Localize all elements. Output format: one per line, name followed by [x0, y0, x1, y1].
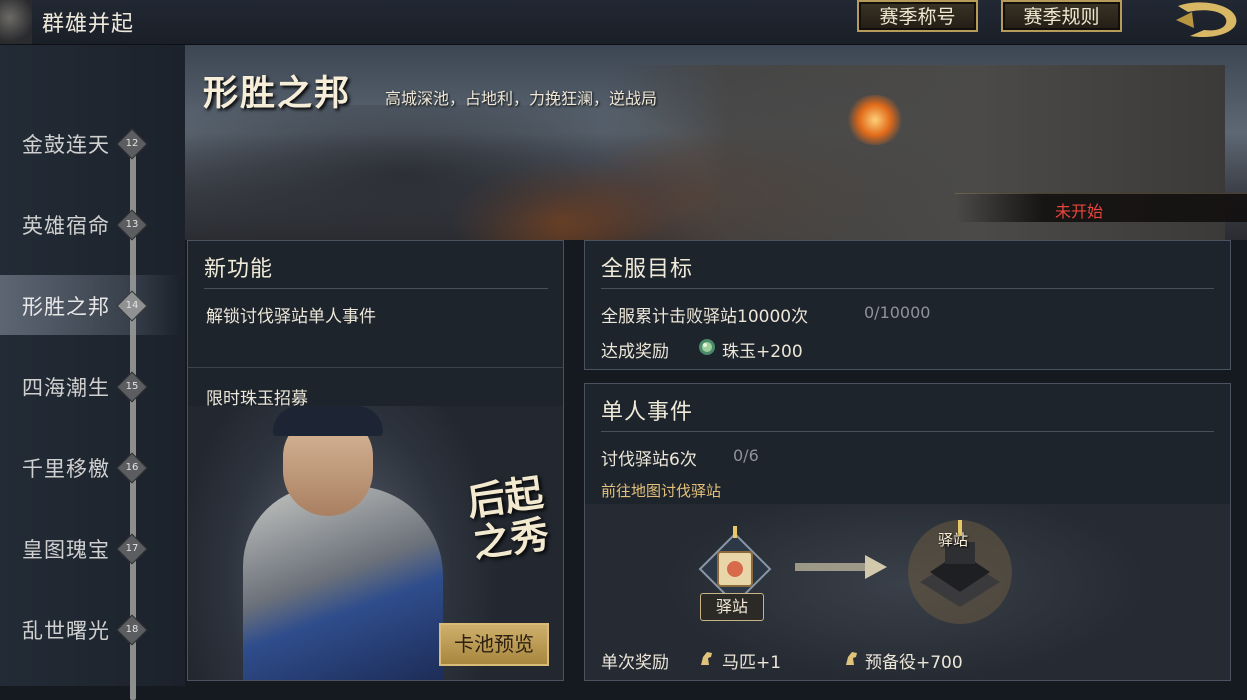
event-progress: 0/6: [733, 446, 759, 465]
chapter-number-badge: 13: [116, 209, 148, 241]
reward-label: 单次奖励: [601, 653, 669, 673]
chapter-number-badge: 14: [116, 290, 148, 322]
status-badge: 未开始: [1055, 202, 1104, 221]
post-tag: 驿站: [700, 593, 764, 621]
divider: [204, 288, 548, 289]
sidebar-item-label: 乱世曙光: [22, 619, 110, 643]
divider: [188, 367, 563, 368]
horse-icon: [701, 652, 712, 665]
explosion-art: [845, 95, 905, 145]
chapter-number-badge: 12: [116, 128, 148, 160]
chapter-number-badge: 18: [116, 614, 148, 646]
chapter-sidebar: 金鼓连天 12 英雄宿命 13 形胜之邦 14 四海潮生 15 千里移檄 16 …: [0, 45, 185, 700]
reward-label: 达成奖励: [601, 342, 669, 362]
sidebar-item-label: 皇图瑰宝: [22, 538, 110, 562]
sidebar-item-label: 千里移檄: [22, 457, 110, 481]
divider: [601, 431, 1214, 432]
panel-title: 全服目标: [601, 257, 694, 282]
reward-text: 珠玉+200: [722, 342, 803, 362]
event-task: 讨伐驿站6次: [601, 450, 697, 470]
goal-progress: 0/10000: [864, 303, 931, 322]
chapter-number: 18: [125, 624, 139, 635]
sidebar-item-chapter-16[interactable]: 千里移檄 16: [0, 437, 180, 497]
arrow-right-icon: [795, 555, 887, 579]
gacha-title: 限时珠玉招募: [206, 389, 308, 409]
station-label: 驿站: [938, 531, 969, 549]
sidebar-item-label: 英雄宿命: [22, 214, 110, 238]
chapter-number: 14: [125, 300, 139, 311]
panel-title: 新功能: [204, 257, 274, 282]
jade-icon: [699, 339, 715, 355]
chapter-banner: 形胜之邦 高城深池，占地利，力挽狂澜，逆战局 未开始: [185, 45, 1247, 240]
goto-map-link[interactable]: 前往地图讨伐驿站: [601, 480, 721, 501]
sidebar-item-chapter-14[interactable]: 形胜之邦 14: [0, 275, 180, 335]
sidebar-item-chapter-17[interactable]: 皇图瑰宝 17: [0, 518, 180, 578]
sidebar-item-chapter-18[interactable]: 乱世曙光 18: [0, 599, 180, 659]
banner-subtitle: 高城深池，占地利，力挽狂澜，逆战局: [385, 89, 658, 108]
new-feature-panel: 新功能 解锁讨伐驿站单人事件 后起之秀 限时珠玉招募 卡池预览: [187, 240, 564, 681]
season-rules-button[interactable]: 赛季规则: [1001, 0, 1122, 32]
feature-item: 解锁讨伐驿站单人事件: [206, 307, 376, 327]
sidebar-item-chapter-12[interactable]: 金鼓连天 12: [0, 113, 180, 173]
reward-text: 预备役+700: [865, 653, 963, 673]
reserve-icon: [846, 652, 857, 665]
chapter-number: 17: [125, 543, 139, 554]
top-bar: 群雄并起 赛季称号 赛季规则: [0, 0, 1247, 45]
sidebar-item-label: 形胜之邦: [22, 295, 110, 319]
sidebar-item-chapter-13[interactable]: 英雄宿命 13: [0, 194, 180, 254]
chapter-number-badge: 15: [116, 371, 148, 403]
reward-text: 马匹+1: [722, 653, 782, 673]
server-goal-panel: 全服目标 全服累计击败驿站10000次 0/10000 达成奖励 珠玉+200: [584, 240, 1231, 370]
hero-body-art: [243, 486, 443, 680]
chapter-number: 13: [125, 219, 139, 230]
game-logo-icon: [0, 0, 32, 44]
chapter-number-badge: 17: [116, 533, 148, 565]
page-title: 群雄并起: [42, 12, 135, 37]
chapter-number: 16: [125, 462, 139, 473]
chapter-number: 12: [125, 138, 139, 149]
sidebar-item-chapter-15[interactable]: 四海潮生 15: [0, 356, 180, 416]
goal-task: 全服累计击败驿站10000次: [601, 307, 809, 327]
sidebar-item-label: 金鼓连天: [22, 133, 110, 157]
hero-hat-art: [273, 406, 383, 436]
divider: [601, 288, 1214, 289]
chapter-number-badge: 16: [116, 452, 148, 484]
battle-smoke-art: [185, 105, 705, 240]
sidebar-item-label: 四海潮生: [22, 376, 110, 400]
back-icon[interactable]: [1170, 0, 1245, 40]
season-title-button[interactable]: 赛季称号: [857, 0, 978, 32]
status-strip: 未开始: [955, 193, 1247, 222]
panel-title: 单人事件: [601, 400, 694, 425]
solo-event-panel: 单人事件 讨伐驿站6次 0/6 前往地图讨伐驿站 驿站 驿站 单次奖励 马匹+1…: [584, 383, 1231, 681]
hero-caption: 后起之秀: [464, 469, 552, 567]
banner-title: 形胜之邦: [203, 73, 352, 114]
chapter-number: 15: [125, 381, 139, 392]
pool-preview-button[interactable]: 卡池预览: [439, 623, 549, 666]
